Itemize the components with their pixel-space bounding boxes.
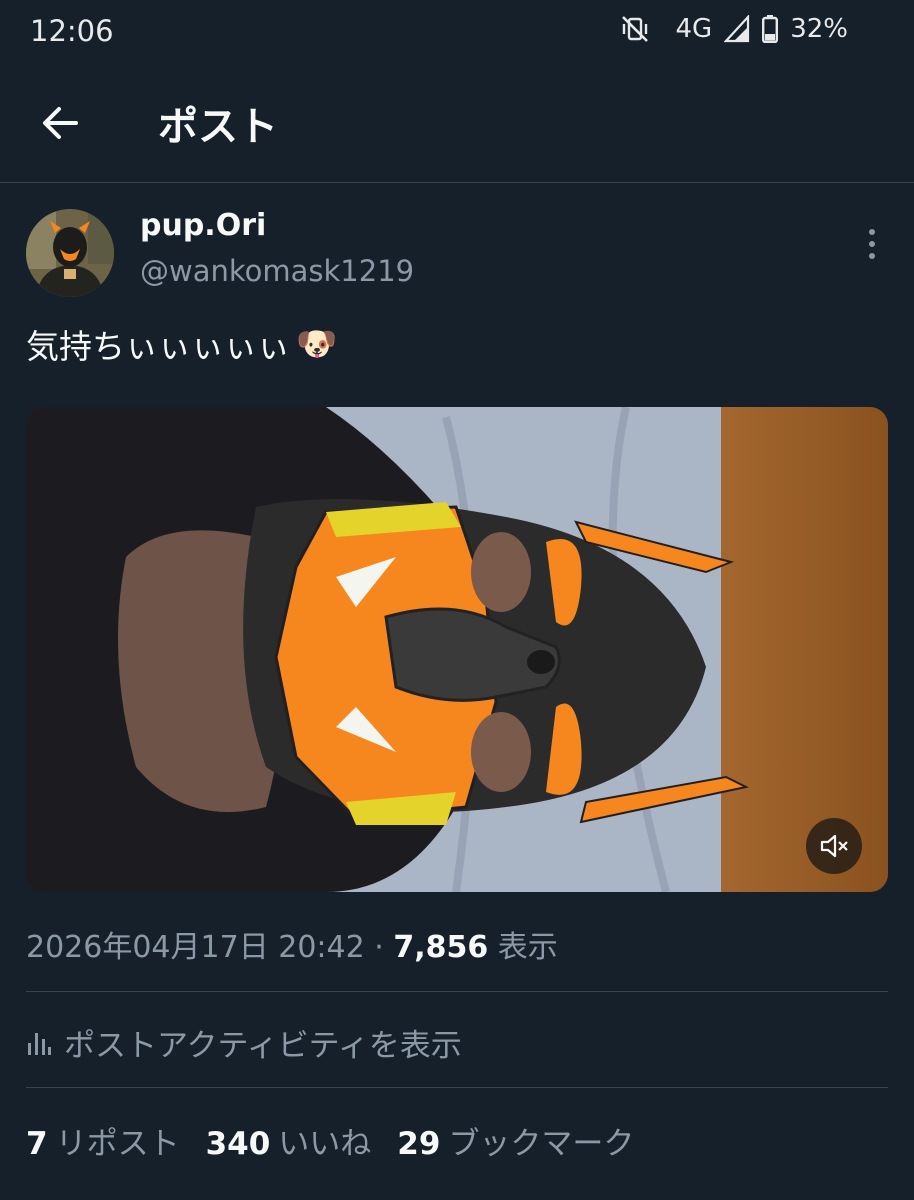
repost-label: リポスト <box>55 1126 180 1162</box>
post-activity-link[interactable]: ポストアクティビティを表示 <box>26 1020 462 1065</box>
avatar[interactable] <box>26 209 114 297</box>
video-frame <box>26 407 888 892</box>
post-activity-label: ポストアクティビティを表示 <box>64 1028 462 1064</box>
divider <box>26 991 888 992</box>
bookmark-count: 29 <box>397 1126 441 1162</box>
engagement-stats: 7 リポスト 340 いいね 29 ブックマーク <box>26 1118 634 1163</box>
divider <box>26 1087 888 1088</box>
post-meta: 2026年04月17日 20:42 · 7,856 表示 <box>26 922 558 966</box>
like-count: 340 <box>205 1126 271 1162</box>
meta-separator: · <box>374 930 384 965</box>
mute-button[interactable] <box>806 818 862 874</box>
like-label: いいね <box>278 1126 372 1162</box>
more-vertical-icon <box>869 229 875 259</box>
battery-percent: 32% <box>790 14 848 44</box>
like-stat[interactable]: 340 いいね <box>206 1118 372 1163</box>
dog-face-emoji: 🐶 <box>296 324 338 363</box>
repost-count: 7 <box>26 1126 48 1162</box>
post-text: 気持ちぃぃぃぃぃ 🐶 <box>26 320 337 368</box>
vibrate-off-icon <box>621 16 648 42</box>
back-arrow-icon <box>43 107 78 139</box>
post-timestamp[interactable]: 2026年04月17日 20:42 <box>26 930 365 965</box>
view-label: 表示 <box>497 930 558 965</box>
author-handle[interactable]: @wankomask1219 <box>140 254 414 288</box>
network-type: 4G <box>675 14 713 44</box>
mute-icon <box>820 834 848 858</box>
bookmark-label: ブックマーク <box>448 1126 635 1162</box>
avatar-image <box>26 209 114 297</box>
more-options-button[interactable] <box>860 226 884 262</box>
post-text-body: 気持ちぃぃぃぃぃ <box>26 327 290 366</box>
bar-chart-icon <box>28 1032 51 1055</box>
author-display-name[interactable]: pup.Ori <box>140 208 266 243</box>
battery-icon <box>762 15 779 43</box>
view-count: 7,856 <box>393 930 489 965</box>
back-button[interactable] <box>38 100 84 146</box>
repost-stat[interactable]: 7 リポスト <box>26 1118 180 1163</box>
status-bar: 12:06 4G 32% <box>0 0 914 64</box>
page-header: ポスト <box>0 64 914 183</box>
bookmark-stat[interactable]: 29 ブックマーク <box>397 1118 634 1163</box>
post-video[interactable] <box>26 407 888 892</box>
page-title: ポスト <box>158 104 278 150</box>
signal-icon <box>724 15 750 43</box>
status-time: 12:06 <box>30 14 114 48</box>
status-icons: 4G 32% <box>620 14 848 44</box>
